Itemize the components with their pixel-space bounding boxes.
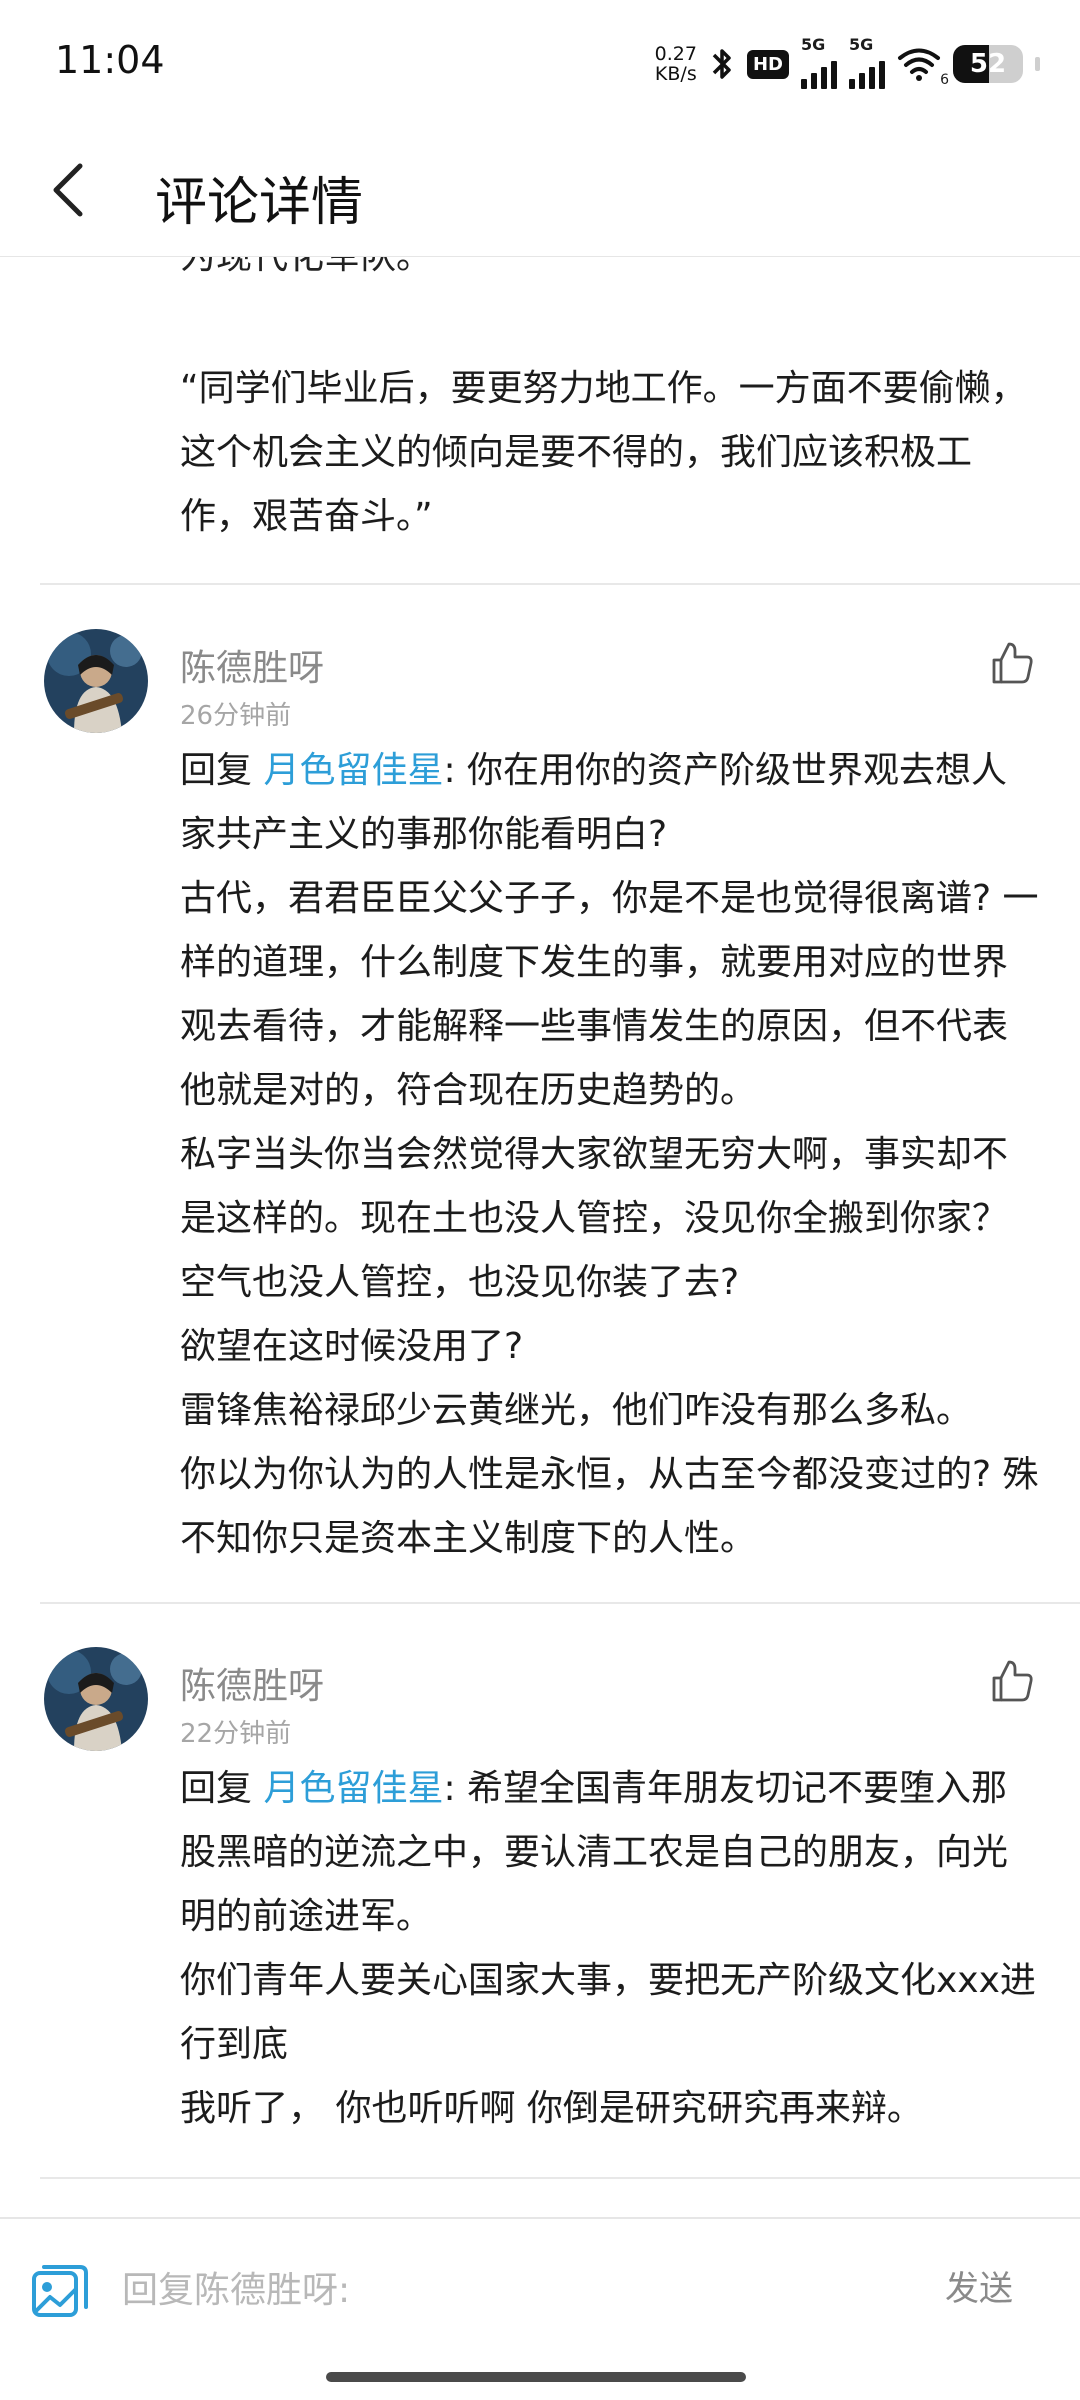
comment-list[interactable]: 为现代化军队。 “同学们毕业后，要更努力地工作。一方面不要偷懒，这个机会主义的倾… <box>0 257 1080 2217</box>
comment-item: 陈德胜呀 26分钟前 回复 月色留佳星: 你在用你的资产阶级世界观去想人家共产主… <box>0 629 1080 1559</box>
comment-line: 古代，君君臣臣父父子子，你是不是也觉得很离谱? 一样的道理，什么制度下发生的事，… <box>180 878 1039 1111</box>
comment-body: 回复 月色留佳星: 希望全国青年朋友切记不要堕入那股黑暗的逆流之中，要认清工农是… <box>180 1757 1040 2141</box>
bluetooth-icon <box>712 49 731 79</box>
comment-first-line: 回复 月色留佳星: 你在用你的资产阶级世界观去想人家共产主义的事那你能看明白? <box>180 739 1040 867</box>
sim1-network-label: 5G <box>801 35 826 54</box>
image-icon[interactable] <box>30 2261 90 2321</box>
avatar[interactable] <box>44 1647 148 1751</box>
sim2-network-label: 5G <box>849 35 874 54</box>
chevron-left-icon[interactable] <box>30 150 110 230</box>
status-bar: 11:04 0.27 KB/s HD 5G 5G 6 52 <box>0 0 1080 130</box>
comment-item: 陈德胜呀 22分钟前 回复 月色留佳星: 希望全国青年朋友切记不要堕入那股黑暗的… <box>0 1647 1080 2147</box>
avatar[interactable] <box>44 629 148 733</box>
reply-bar: 发送 <box>0 2217 1080 2359</box>
reply-prefix: 回复 <box>180 1768 264 1809</box>
thumbs-up-icon[interactable] <box>988 1657 1036 1705</box>
comment-first-line: 回复 月色留佳星: 希望全国青年朋友切记不要堕入那股黑暗的逆流之中，要认清工农是… <box>180 1757 1040 1949</box>
comment-body: 回复 月色留佳星: 你在用你的资产阶级世界观去想人家共产主义的事那你能看明白? … <box>180 739 1040 1571</box>
comment-line: 欲望在这时候没用了? <box>180 1326 524 1367</box>
comment-line: 雷锋焦裕禄邱少云黄继光，他们咋没有那么多私。 <box>180 1390 973 1431</box>
battery-tip <box>1035 57 1040 71</box>
comment-time: 22分钟前 <box>180 1719 292 1749</box>
network-speed-unit: KB/s <box>654 63 697 85</box>
comment-author[interactable]: 陈德胜呀 <box>180 1657 324 1709</box>
network-speed: 0.27 KB/s <box>655 44 697 84</box>
divider <box>40 2177 1080 2179</box>
battery-level: 52 <box>969 49 1007 79</box>
divider <box>40 583 1080 585</box>
reply-prefix: 回复 <box>180 750 264 791</box>
signal-sim1-icon: 5G <box>801 35 837 89</box>
header: 评论详情 <box>0 130 1080 257</box>
comment-line: 你们青年人要关心国家大事，要把无产阶级文化xxx进行到底 <box>180 1960 1036 2065</box>
comment-time: 26分钟前 <box>180 701 292 731</box>
signal-sim2-icon: 5G <box>849 35 885 89</box>
home-indicator[interactable] <box>326 2372 746 2382</box>
comment-line: 我听了， 你也听听啊 你倒是研究研究再来辩。 <box>180 2088 923 2129</box>
wifi-icon: 6 <box>897 46 949 88</box>
battery-icon: 52 <box>953 45 1023 83</box>
mention-link[interactable]: 月色留佳星 <box>263 750 443 791</box>
previous-comment-cut-text: 为现代化军队。 <box>180 257 432 279</box>
comment-line: 你以为你认为的人性是永恒，从古至今都没变过的? 殊不知你只是资本主义制度下的人性… <box>180 1454 1039 1559</box>
comment-author[interactable]: 陈德胜呀 <box>180 639 324 691</box>
send-button[interactable]: 发送 <box>945 2261 1013 2310</box>
page-title: 评论详情 <box>155 173 364 233</box>
reply-input[interactable] <box>120 2259 904 2321</box>
network-speed-value: 0.27 <box>654 43 697 65</box>
previous-comment-text: “同学们毕业后，要更努力地工作。一方面不要偷懒，这个机会主义的倾向是要不得的，我… <box>180 368 1027 537</box>
status-icons: 0.27 KB/s HD 5G 5G 6 52 <box>655 34 1040 94</box>
mention-link[interactable]: 月色留佳星 <box>263 1768 443 1809</box>
wifi-label: 6 <box>940 72 949 88</box>
status-time: 11:04 <box>55 38 165 82</box>
hd-badge: HD <box>746 49 789 79</box>
comment-line: 私字当头你当会然觉得大家欲望无穷大啊，事实却不是这样的。现在土也没人管控，没见你… <box>180 1134 1009 1303</box>
divider <box>40 1602 1080 1604</box>
thumbs-up-icon[interactable] <box>988 639 1036 687</box>
